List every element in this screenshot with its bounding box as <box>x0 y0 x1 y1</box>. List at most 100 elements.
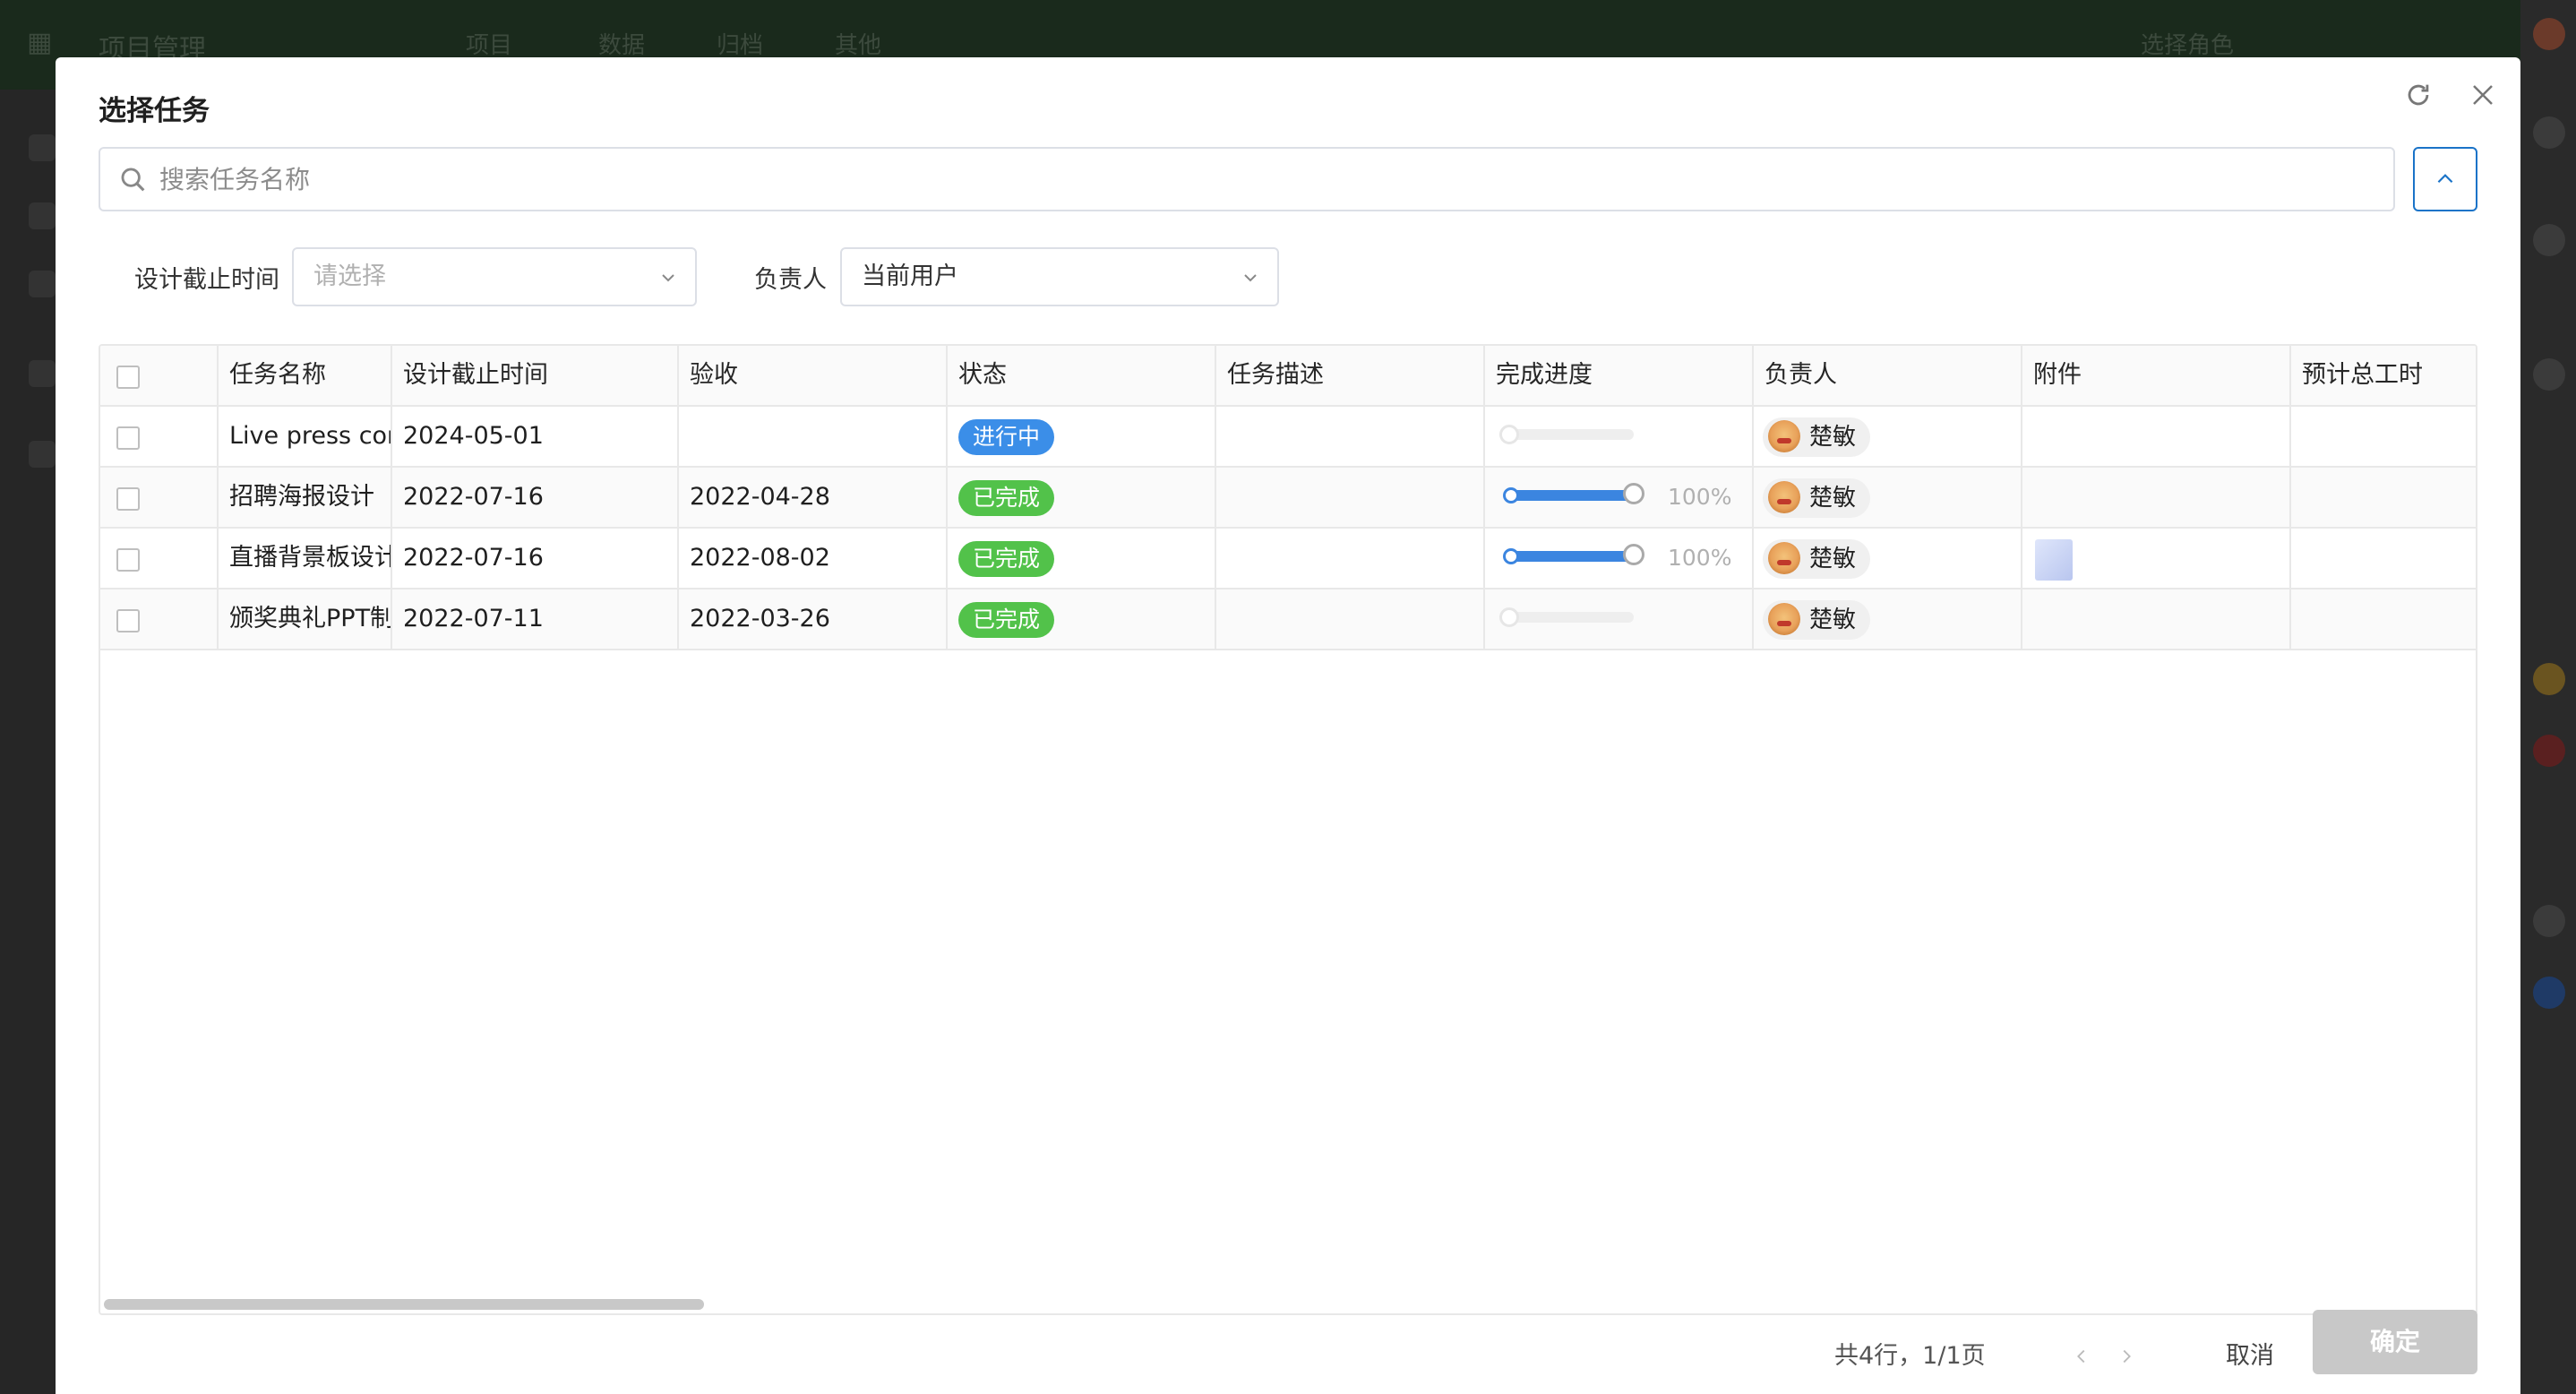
column-header-description[interactable]: 任务描述 <box>1216 346 1485 405</box>
progress-cell: 100% <box>1485 468 1754 527</box>
acceptance-date-cell: 2022-08-02 <box>679 529 948 588</box>
attachment-cell <box>2022 407 2291 466</box>
prev-page-icon[interactable] <box>2065 1340 2098 1372</box>
description-cell <box>1216 468 1485 527</box>
column-header-acceptance[interactable]: 验收 <box>679 346 948 405</box>
progress-percent-label: 100% <box>1668 484 1732 510</box>
background-right-rail <box>2520 0 2576 1394</box>
column-header-owner[interactable]: 负责人 <box>1754 346 2022 405</box>
column-header-attachment[interactable]: 附件 <box>2022 346 2291 405</box>
column-header-name[interactable]: 任务名称 <box>219 346 392 405</box>
estimated-hours-cell <box>2291 468 2476 527</box>
background-rail-icon <box>2533 358 2565 391</box>
row-select-cell <box>100 589 219 649</box>
background-sidebar-icon <box>29 134 56 161</box>
avatar <box>1768 480 1800 513</box>
due-date-cell: 2024-05-01 <box>392 407 679 466</box>
row-checkbox[interactable] <box>116 609 140 632</box>
column-header-due[interactable]: 设计截止时间 <box>392 346 679 405</box>
select-all-checkbox[interactable] <box>116 366 140 389</box>
background-sidebar-icon <box>29 360 56 387</box>
cancel-button[interactable]: 取消 <box>2196 1324 2304 1389</box>
background-rail-icon <box>2533 735 2565 767</box>
next-page-icon[interactable] <box>2110 1340 2142 1372</box>
status-cell: 已完成 <box>948 529 1216 588</box>
progress-handle[interactable] <box>1623 483 1644 504</box>
progress-bar <box>1499 425 1634 444</box>
progress-handle[interactable] <box>1499 607 1519 627</box>
progress-bar <box>1499 607 1634 627</box>
task-name-cell: 直播背景板设计 <box>219 529 392 588</box>
owner-cell: 楚敏 <box>1754 407 2022 466</box>
confirm-button[interactable]: 确定 <box>2313 1310 2477 1374</box>
row-checkbox[interactable] <box>116 487 140 511</box>
background-nav-item: 归档 <box>717 32 764 59</box>
background-nav-item: 其他 <box>835 32 882 59</box>
estimated-hours-cell <box>2291 407 2476 466</box>
due-date-filter-select[interactable]: 请选择 <box>292 247 697 306</box>
owner-tag[interactable]: 楚敏 <box>1763 600 1871 640</box>
table-row[interactable]: Live press conf2024-05-01 进行中 楚敏 <box>100 407 2476 468</box>
table-row[interactable]: 招聘海报设计 2022-07-16 2022-04-28 已完成 100% 楚敏 <box>100 468 2476 529</box>
background-sidebar <box>0 90 56 1394</box>
progress-start-handle <box>1503 487 1519 503</box>
row-select-cell <box>100 468 219 527</box>
owner-cell: 楚敏 <box>1754 589 2022 649</box>
attachment-thumbnail[interactable] <box>2035 539 2073 581</box>
select-all-cell <box>100 346 219 405</box>
estimated-hours-cell <box>2291 589 2476 649</box>
background-sidebar-icon <box>29 271 56 297</box>
owner-tag[interactable]: 楚敏 <box>1763 417 1871 457</box>
progress-fill <box>1507 551 1634 562</box>
status-badge: 已完成 <box>958 601 1055 638</box>
background-sidebar-icon <box>29 441 56 468</box>
progress-cell <box>1485 407 1754 466</box>
background-rail-icon <box>2533 905 2565 937</box>
table-row[interactable]: 颁奖典礼PPT制 2022-07-11 2022-03-26 已完成 楚敏 <box>100 589 2476 650</box>
due-date-cell: 2022-07-11 <box>392 589 679 649</box>
row-checkbox[interactable] <box>116 426 140 450</box>
progress-handle[interactable] <box>1623 544 1644 565</box>
progress-handle[interactable] <box>1499 425 1519 444</box>
status-cell: 进行中 <box>948 407 1216 466</box>
task-search-input[interactable] <box>159 159 2363 199</box>
progress-bar <box>1503 483 1644 504</box>
owner-tag[interactable]: 楚敏 <box>1763 478 1871 518</box>
column-header-progress[interactable]: 完成进度 <box>1485 346 1754 405</box>
background-user-avatar <box>2533 18 2565 50</box>
description-cell <box>1216 529 1485 588</box>
close-icon[interactable] <box>2461 73 2504 116</box>
acceptance-date-cell: 2022-03-26 <box>679 589 948 649</box>
attachment-cell <box>2022 468 2291 527</box>
task-table: 任务名称 设计截止时间 验收 状态 任务描述 完成进度 负责人 附件 预计总工时… <box>99 344 2477 1315</box>
progress-percent-label: 100% <box>1668 545 1732 571</box>
column-header-status[interactable]: 状态 <box>948 346 1216 405</box>
owner-cell: 楚敏 <box>1754 468 2022 527</box>
description-cell <box>1216 589 1485 649</box>
progress-bar <box>1503 544 1644 565</box>
row-checkbox[interactable] <box>116 548 140 572</box>
table-row[interactable]: 直播背景板设计 2022-07-16 2022-08-02 已完成 100% 楚敏 <box>100 529 2476 589</box>
description-cell <box>1216 407 1485 466</box>
background-rail-icon <box>2533 977 2565 1009</box>
collapse-filters-button[interactable] <box>2413 147 2477 211</box>
status-badge: 已完成 <box>958 479 1055 516</box>
acceptance-date-cell: 2022-04-28 <box>679 468 948 527</box>
attachment-cell <box>2022 589 2291 649</box>
refresh-icon[interactable] <box>2397 73 2440 116</box>
owner-filter-select[interactable]: 当前用户 <box>840 247 1279 306</box>
chevron-up-icon <box>2437 174 2453 184</box>
owner-filter-label: 负责人 <box>754 266 827 294</box>
task-search-box <box>99 147 2395 211</box>
dialog-title: 选择任务 <box>99 95 210 127</box>
due-date-cell: 2022-07-16 <box>392 468 679 527</box>
table-header-row: 任务名称 设计截止时间 验收 状态 任务描述 完成进度 负责人 附件 预计总工时 <box>100 346 2476 407</box>
owner-tag[interactable]: 楚敏 <box>1763 539 1871 579</box>
horizontal-scrollbar[interactable] <box>104 1299 704 1310</box>
column-header-estimated-hours[interactable]: 预计总工时 <box>2291 346 2476 405</box>
owner-name: 楚敏 <box>1809 546 1857 572</box>
row-select-cell <box>100 407 219 466</box>
owner-name: 楚敏 <box>1809 607 1857 633</box>
background-sidebar-icon <box>29 202 56 229</box>
progress-fill <box>1507 490 1634 501</box>
